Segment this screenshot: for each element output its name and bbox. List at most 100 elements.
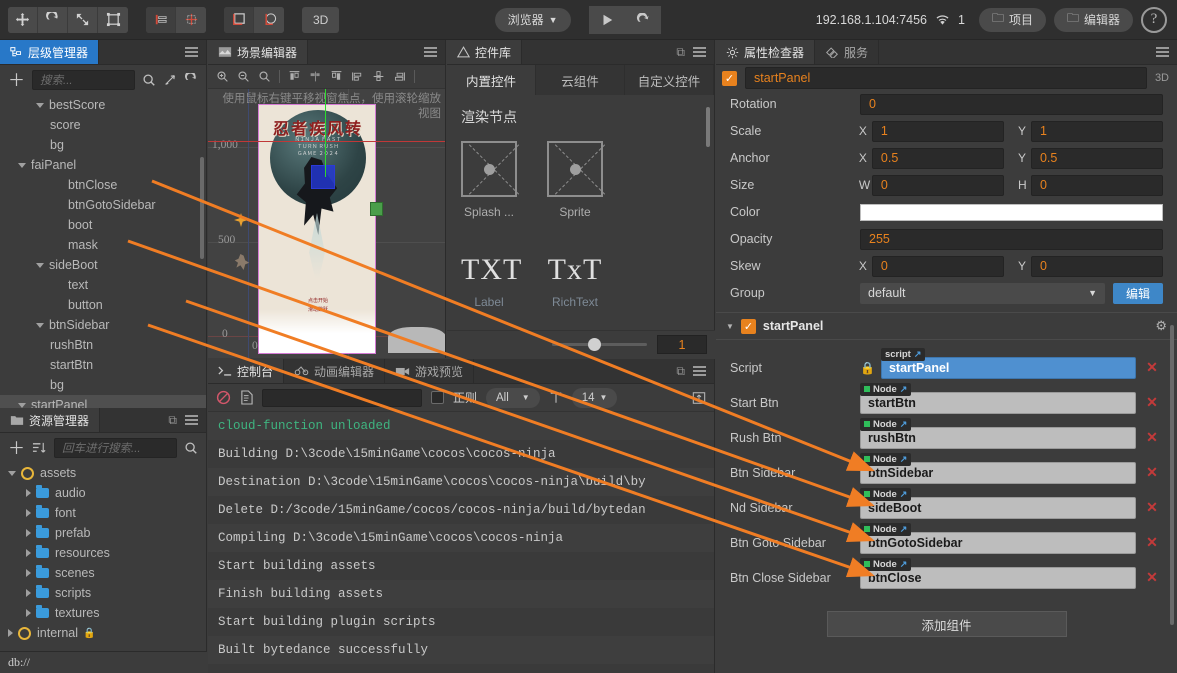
console-font-size-select[interactable]: 14 ▼: [571, 387, 618, 408]
assets-tree[interactable]: assets audio font prefab resources scenes scri…: [0, 463, 206, 653]
menu-icon[interactable]: [185, 45, 198, 60]
chevron-right-icon[interactable]: [26, 549, 31, 557]
chevron-right-icon[interactable]: [26, 529, 31, 537]
menu-icon-widgets[interactable]: [693, 45, 706, 60]
hierarchy-node-btnClose[interactable]: btnClose: [0, 175, 206, 195]
search-icon-assets[interactable]: [184, 441, 198, 455]
regex-checkbox[interactable]: [431, 391, 444, 404]
browser-select[interactable]: 浏览器 ▼: [494, 7, 571, 32]
play-icon[interactable]: [588, 5, 625, 34]
chevron-down-icon[interactable]: [36, 102, 44, 108]
move-icon[interactable]: [8, 6, 38, 33]
asset-node-scripts[interactable]: scripts: [0, 583, 206, 603]
tab-game-preview[interactable]: 游戏预览: [385, 359, 475, 383]
component-header[interactable]: ▼ ✓ startPanel ⚙: [716, 312, 1177, 340]
snap-grid-icon[interactable]: [176, 6, 206, 33]
hierarchy-node-btnSidebar[interactable]: btnSidebar: [0, 315, 206, 335]
align-right-icon[interactable]: [328, 68, 345, 85]
hierarchy-node-text[interactable]: text: [0, 275, 206, 295]
help-icon[interactable]: ?: [1141, 6, 1168, 33]
search-icon[interactable]: [142, 73, 156, 87]
asset-node-resources[interactable]: resources: [0, 543, 206, 563]
hierarchy-node-button[interactable]: button: [0, 295, 206, 315]
chevron-right-icon[interactable]: [8, 629, 13, 637]
property-input-skew-x[interactable]: 0: [871, 255, 1004, 277]
widget-tab-2[interactable]: 自定义控件: [625, 65, 714, 95]
zoom-in-icon[interactable]: [214, 68, 231, 85]
hierarchy-node-startBtn[interactable]: startBtn: [0, 355, 206, 375]
export-icon[interactable]: [692, 391, 706, 405]
chevron-right-icon[interactable]: [26, 609, 31, 617]
component-gear-icon[interactable]: ⚙: [1155, 318, 1167, 334]
align-bottom-icon[interactable]: [391, 68, 408, 85]
tab-animation-editor[interactable]: 动画编辑器: [284, 359, 386, 383]
chevron-right-icon[interactable]: [26, 509, 31, 517]
open-link-icon[interactable]: ↗: [900, 419, 908, 430]
widget-item-sprite[interactable]: Sprite: [547, 141, 603, 219]
asset-node-audio[interactable]: audio: [0, 483, 206, 503]
console-level-select[interactable]: All ▼: [486, 387, 540, 408]
console-filter-input[interactable]: [262, 388, 422, 407]
hierarchy-tree[interactable]: bestScore score bg faiPanel btnClose btnGotoS…: [0, 95, 206, 408]
property-input-scale-y[interactable]: 1: [1030, 120, 1164, 142]
node-name-input[interactable]: startPanel: [745, 67, 1147, 89]
rect-transform-icon[interactable]: [98, 6, 128, 33]
project-button[interactable]: 🗀 项目: [978, 7, 1046, 32]
hierarchy-node-startPanel[interactable]: startPanel: [0, 395, 206, 408]
clear-reference-button[interactable]: ✕: [1141, 567, 1163, 589]
clear-reference-button[interactable]: ✕: [1141, 427, 1163, 449]
popout-icon-console[interactable]: ⧉: [676, 365, 685, 377]
tab-widget-library[interactable]: 控件库: [447, 40, 523, 64]
hierarchy-node-boot[interactable]: boot: [0, 215, 206, 235]
chevron-down-icon[interactable]: [36, 322, 44, 328]
tab-assets[interactable]: 资源管理器: [0, 408, 101, 432]
align-middle-icon[interactable]: [370, 68, 387, 85]
property-input-opacity[interactable]: 255: [860, 228, 1163, 250]
menu-icon-assets[interactable]: [185, 413, 198, 428]
clear-reference-button[interactable]: ✕: [1141, 462, 1163, 484]
clear-reference-button[interactable]: ✕: [1141, 497, 1163, 519]
chevron-down-icon[interactable]: [18, 402, 26, 408]
widget-tab-1[interactable]: 云组件: [536, 65, 625, 95]
widget-zoom-slider[interactable]: [552, 338, 647, 351]
property-select-group[interactable]: default ▼: [860, 282, 1105, 304]
component-collapse-icon[interactable]: ▼: [726, 322, 734, 331]
mode-3d-button[interactable]: 3D: [302, 6, 340, 33]
hierarchy-node-sideBoot[interactable]: sideBoot: [0, 255, 206, 275]
property-input-size-y[interactable]: 0: [1030, 174, 1164, 196]
asset-node-prefab[interactable]: prefab: [0, 523, 206, 543]
property-input-scale-x[interactable]: 1: [871, 120, 1004, 142]
property-color-swatch[interactable]: [860, 203, 1163, 221]
menu-icon-console[interactable]: [693, 364, 706, 379]
text-size-icon[interactable]: [549, 391, 563, 404]
selection-box[interactable]: [311, 165, 335, 189]
asset-node-assets[interactable]: assets: [0, 463, 206, 483]
widget-tab-0[interactable]: 内置控件: [447, 65, 536, 95]
inspector-scrollbar[interactable]: [1170, 325, 1174, 625]
clear-reference-button[interactable]: ✕: [1141, 392, 1163, 414]
property-input-size-x[interactable]: 0: [871, 174, 1004, 196]
tab-console[interactable]: 控制台: [208, 359, 285, 383]
add-component-button[interactable]: 添加组件: [826, 611, 1067, 637]
world-coord-icon[interactable]: [254, 6, 284, 33]
scale-icon[interactable]: [68, 6, 98, 33]
popout-icon[interactable]: ⧉: [168, 414, 177, 426]
local-coord-icon[interactable]: [224, 6, 254, 33]
open-link-icon[interactable]: ↗: [900, 454, 908, 465]
asset-node-font[interactable]: font: [0, 503, 206, 523]
open-link-icon[interactable]: ↗: [900, 489, 908, 500]
align-center-h-icon[interactable]: [307, 68, 324, 85]
hierarchy-node-bg[interactable]: bg: [0, 135, 206, 155]
widget-scrollbar[interactable]: [706, 107, 710, 147]
widget-category-tabs[interactable]: 内置控件 云组件 自定义控件: [447, 65, 714, 95]
hierarchy-scrollbar[interactable]: [200, 157, 204, 259]
menu-icon-inspector[interactable]: [1156, 45, 1169, 60]
property-input-anchor-y[interactable]: 0.5: [1030, 147, 1164, 169]
editor-button[interactable]: 🗀 编辑器: [1053, 7, 1134, 32]
rotate-icon[interactable]: [38, 6, 68, 33]
open-link-icon[interactable]: ↗: [900, 384, 908, 395]
hierarchy-node-score[interactable]: score: [0, 115, 206, 135]
hierarchy-search-input[interactable]: 搜索...: [32, 70, 135, 90]
zoom-out-icon[interactable]: [235, 68, 252, 85]
chevron-right-icon[interactable]: [26, 569, 31, 577]
